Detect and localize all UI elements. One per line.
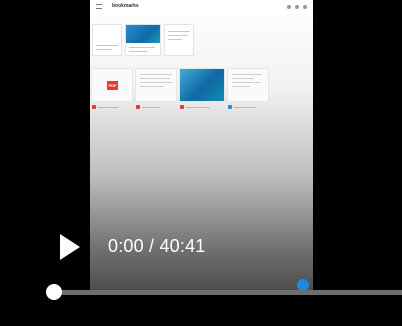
file-tile bbox=[135, 68, 177, 102]
grid-icon bbox=[295, 5, 299, 9]
file-type-icon bbox=[136, 105, 140, 109]
app-logo: bookmarks bbox=[112, 3, 139, 9]
duration: 40:41 bbox=[159, 236, 206, 256]
card-thumbnail bbox=[126, 25, 160, 43]
time-display: 0:00 / 40:41 bbox=[108, 236, 206, 257]
scrubber-handle[interactable] bbox=[46, 284, 62, 300]
account-icon bbox=[303, 5, 307, 9]
play-button[interactable] bbox=[58, 232, 82, 262]
app-bar: bookmarks bbox=[90, 0, 313, 16]
time-separator: / bbox=[143, 236, 160, 256]
app-actions bbox=[287, 5, 307, 9]
play-icon bbox=[60, 234, 80, 260]
file-caption bbox=[180, 104, 210, 110]
current-time: 0:00 bbox=[108, 236, 144, 256]
recent-card bbox=[164, 24, 194, 56]
progress-bar[interactable] bbox=[54, 290, 402, 295]
file-caption bbox=[92, 104, 118, 110]
pdf-icon: PDF bbox=[107, 81, 118, 90]
recent-card bbox=[92, 24, 122, 56]
file-type-icon bbox=[92, 105, 96, 109]
file-tile: PDF bbox=[91, 68, 133, 102]
file-type-icon bbox=[180, 105, 184, 109]
file-caption bbox=[136, 104, 160, 110]
video-player[interactable]: bookmarks PDF 0:00 / 40:41 bbox=[0, 0, 402, 326]
file-thumbnail bbox=[180, 69, 224, 101]
file-tile bbox=[227, 68, 269, 102]
search-icon bbox=[287, 5, 291, 9]
file-tile bbox=[179, 68, 225, 102]
menu-icon bbox=[96, 4, 102, 9]
recent-card bbox=[125, 24, 161, 56]
file-caption bbox=[228, 104, 256, 110]
file-type-icon bbox=[228, 105, 232, 109]
